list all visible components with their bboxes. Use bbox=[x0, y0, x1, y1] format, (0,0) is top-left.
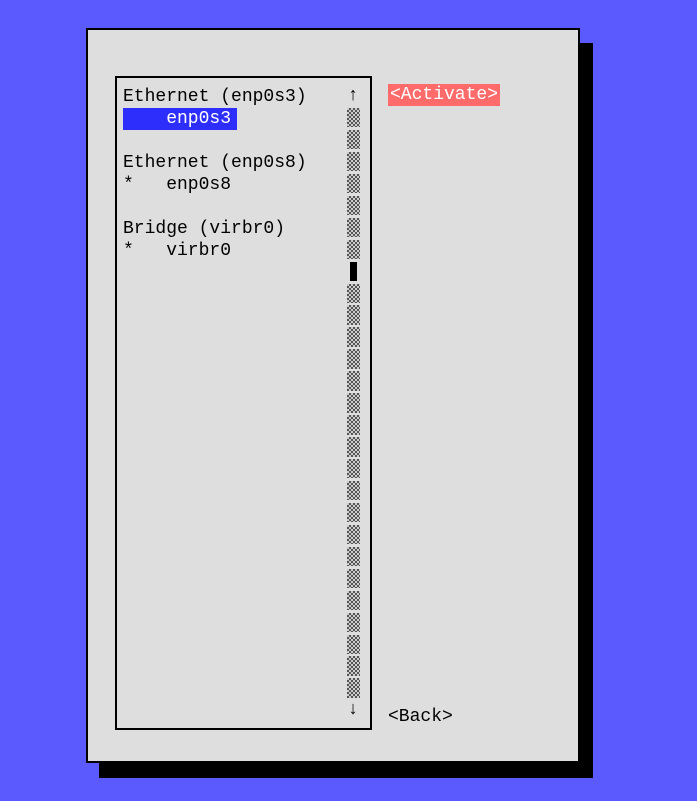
scrollbar-thumb[interactable] bbox=[347, 262, 360, 281]
spacer bbox=[123, 130, 342, 152]
scrollbar-track-cell[interactable] bbox=[347, 152, 360, 171]
scrollbar-track-cell[interactable] bbox=[347, 525, 360, 544]
scrollbar-track-cell[interactable] bbox=[347, 678, 360, 697]
connection-entry-row: enp0s3 bbox=[123, 108, 342, 130]
connection-group-header: Bridge (virbr0) bbox=[123, 218, 342, 240]
scroll-up-arrow-icon[interactable]: ↑ bbox=[346, 86, 360, 106]
scrollbar-track-cell[interactable] bbox=[347, 613, 360, 632]
scrollbar-track-cell[interactable] bbox=[347, 415, 360, 434]
scrollbar-track-cell[interactable] bbox=[347, 481, 360, 500]
connection-group-header: Ethernet (enp0s3) bbox=[123, 86, 342, 108]
connection-list-box: Ethernet (enp0s3) enp0s3 Ethernet (enp0s… bbox=[115, 76, 372, 730]
scrollbar-track-cell[interactable] bbox=[347, 547, 360, 566]
scrollbar-track-cell[interactable] bbox=[347, 503, 360, 522]
scroll-down-arrow-icon[interactable]: ↓ bbox=[346, 700, 360, 720]
scrollbar-track-cell[interactable] bbox=[347, 635, 360, 654]
scrollbar-track-cell[interactable] bbox=[347, 174, 360, 193]
scrollbar-track-cell[interactable] bbox=[347, 196, 360, 215]
connection-list[interactable]: Ethernet (enp0s3) enp0s3 Ethernet (enp0s… bbox=[123, 86, 342, 720]
connection-entry-row: * virbr0 bbox=[123, 240, 342, 262]
spacer bbox=[123, 196, 342, 218]
scrollbar[interactable] bbox=[347, 108, 360, 698]
scrollbar-track-cell[interactable] bbox=[347, 327, 360, 346]
back-button[interactable]: <Back> bbox=[388, 706, 453, 728]
connection-group-header: Ethernet (enp0s8) bbox=[123, 152, 342, 174]
scrollbar-track-cell[interactable] bbox=[347, 108, 360, 127]
scrollbar-track-cell[interactable] bbox=[347, 591, 360, 610]
scrollbar-track-cell[interactable] bbox=[347, 371, 360, 390]
dialog-box: Ethernet (enp0s3) enp0s3 Ethernet (enp0s… bbox=[86, 28, 580, 763]
scrollbar-track-cell[interactable] bbox=[347, 284, 360, 303]
scrollbar-track-cell[interactable] bbox=[347, 393, 360, 412]
scrollbar-track-cell[interactable] bbox=[347, 218, 360, 237]
scrollbar-track-cell[interactable] bbox=[347, 437, 360, 456]
scrollbar-track-cell[interactable] bbox=[347, 656, 360, 675]
activate-button[interactable]: <Activate> bbox=[388, 84, 500, 106]
scrollbar-track-cell[interactable] bbox=[347, 459, 360, 478]
scrollbar-track-cell[interactable] bbox=[347, 349, 360, 368]
connection-entry[interactable]: * virbr0 bbox=[123, 241, 231, 261]
connection-entry-row: * enp0s8 bbox=[123, 174, 342, 196]
connection-entry[interactable]: enp0s3 bbox=[123, 108, 237, 130]
scrollbar-track-cell[interactable] bbox=[347, 569, 360, 588]
connection-entry[interactable]: * enp0s8 bbox=[123, 175, 231, 195]
scrollbar-track-cell[interactable] bbox=[347, 305, 360, 324]
scrollbar-track-cell[interactable] bbox=[347, 240, 360, 259]
scrollbar-track-cell[interactable] bbox=[347, 130, 360, 149]
